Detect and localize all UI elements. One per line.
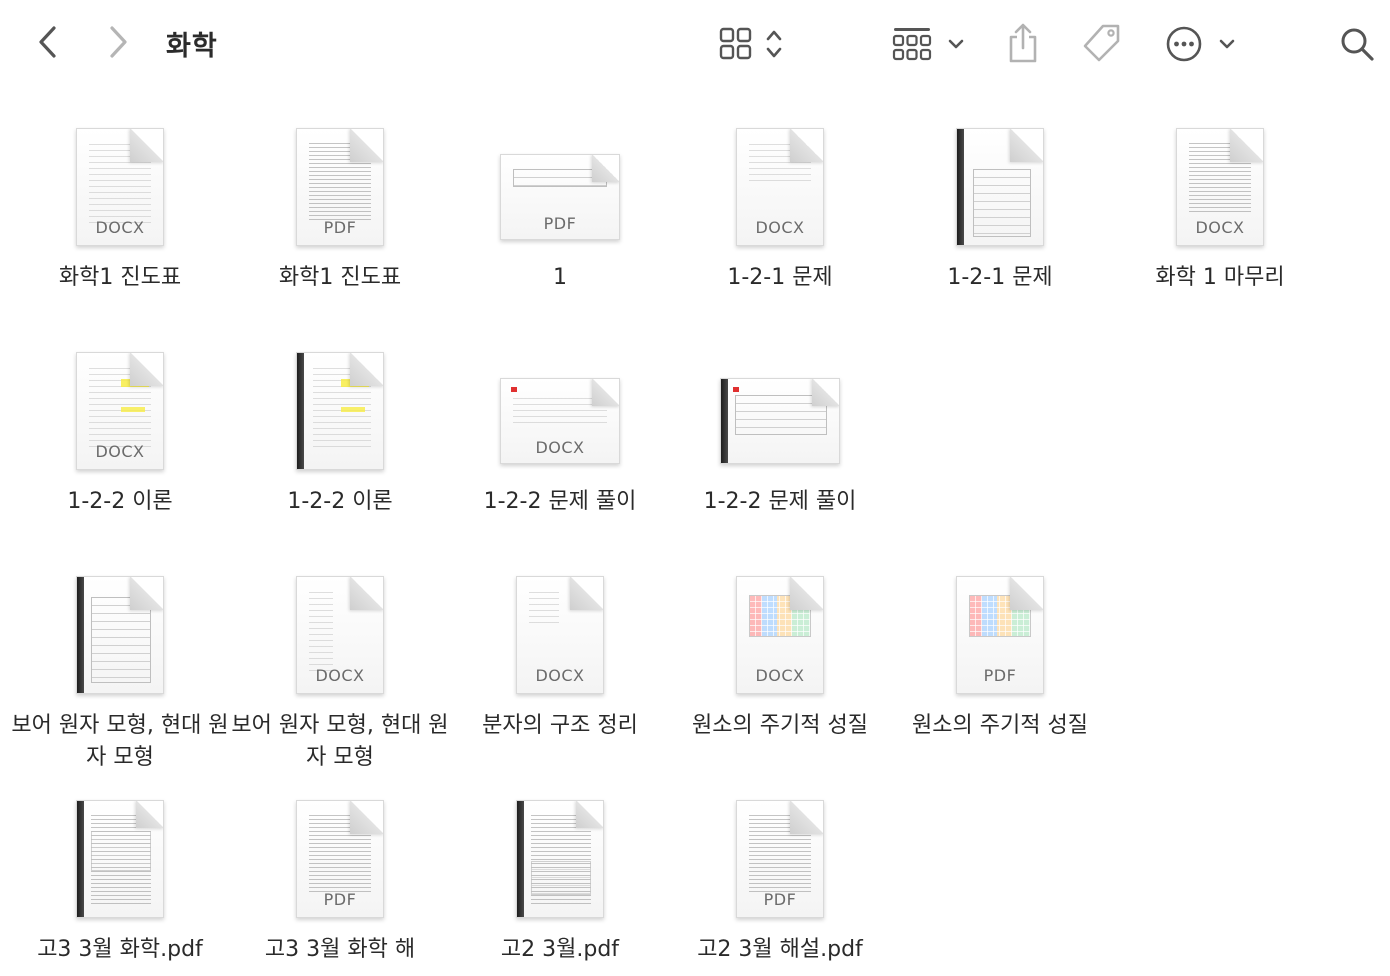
- file-name: 1: [553, 265, 567, 290]
- document-icon: DOCX: [230, 566, 450, 706]
- file-item[interactable]: 고3 3월 화학.pdf: [10, 790, 230, 976]
- file-name: 화학 1 마무리: [1155, 265, 1285, 290]
- file-name: 고3 3월 화학.pdf: [37, 937, 203, 962]
- file-item[interactable]: DOCX 1-2-1 문제: [670, 118, 890, 342]
- file-name: 원소의 주기적 성질: [912, 713, 1088, 738]
- file-name: 고2 3월 해설.pdf: [697, 937, 863, 962]
- file-item[interactable]: PDF 1: [450, 118, 670, 342]
- file-item[interactable]: DOCX 원소의 주기적 성질: [670, 566, 890, 790]
- file-type-label: DOCX: [755, 218, 805, 237]
- file-item[interactable]: PDF 고3 3월 화학 해: [230, 790, 450, 976]
- file-item[interactable]: 1-2-2 이론: [230, 342, 450, 566]
- file-item[interactable]: DOCX 화학 1 마무리: [1110, 118, 1330, 342]
- document-preview-icon: [890, 118, 1110, 258]
- file-type-label: DOCX: [95, 218, 145, 237]
- file-type-label: DOCX: [535, 666, 585, 685]
- file-name: 분자의 구조 정리: [482, 713, 638, 738]
- file-type-label: DOCX: [315, 666, 365, 685]
- file-item[interactable]: PDF 화학1 진도표: [230, 118, 450, 342]
- file-item[interactable]: 1-2-1 문제: [890, 118, 1110, 342]
- file-name: 1-2-2 이론: [67, 489, 173, 514]
- file-type-label: PDF: [323, 890, 357, 909]
- document-icon: DOCX: [450, 342, 670, 482]
- file-name: 화학1 진도표: [278, 265, 402, 290]
- file-type-label: DOCX: [95, 442, 145, 461]
- file-name: 1-2-2 문제 풀이: [703, 489, 857, 514]
- file-item[interactable]: DOCX 1-2-2 이론: [10, 342, 230, 566]
- file-type-label: PDF: [763, 890, 797, 909]
- file-type-label: PDF: [983, 666, 1017, 685]
- pdf-preview-icon: [450, 790, 670, 930]
- file-item[interactable]: DOCX 1-2-2 문제 풀이: [450, 342, 670, 566]
- file-grid: DOCX 화학1 진도표 PDF 화학1 진도표 PDF 1 DOCX 1-2-…: [0, 0, 1390, 976]
- file-name: 보어 원자 모형, 현대 원자 모형: [231, 713, 449, 770]
- document-icon: DOCX: [450, 566, 670, 706]
- pdf-document-icon: PDF: [230, 118, 450, 258]
- document-icon: DOCX: [670, 118, 890, 258]
- document-preview-icon: [10, 566, 230, 706]
- pdf-document-icon: PDF: [670, 790, 890, 930]
- file-name: 1-2-2 이론: [287, 489, 393, 514]
- file-name: 고2 3월.pdf: [500, 937, 620, 962]
- file-name: 원소의 주기적 성질: [692, 713, 868, 738]
- file-type-label: PDF: [543, 214, 577, 233]
- pdf-document-icon: PDF: [230, 790, 450, 930]
- pdf-document-icon: PDF: [890, 566, 1110, 706]
- file-name: 화학1 진도표: [58, 265, 182, 290]
- file-name: 보어 원자 모형, 현대 원자 모형: [11, 713, 229, 770]
- file-item[interactable]: DOCX 분자의 구조 정리: [450, 566, 670, 790]
- document-icon: DOCX: [10, 342, 230, 482]
- pdf-preview-icon: [10, 790, 230, 930]
- document-icon: DOCX: [10, 118, 230, 258]
- document-icon: DOCX: [1110, 118, 1330, 258]
- file-type-label: DOCX: [1195, 218, 1245, 237]
- file-item[interactable]: 고2 3월.pdf: [450, 790, 670, 976]
- file-item[interactable]: 보어 원자 모형, 현대 원자 모형: [10, 566, 230, 790]
- file-type-label: PDF: [323, 218, 357, 237]
- file-name: 1-2-1 문제: [727, 265, 833, 290]
- document-preview-icon: [670, 342, 890, 482]
- pdf-document-icon: PDF: [450, 118, 670, 258]
- file-item[interactable]: 1-2-2 문제 풀이: [670, 342, 890, 566]
- file-type-label: DOCX: [755, 666, 805, 685]
- file-item[interactable]: DOCX 보어 원자 모형, 현대 원자 모형: [230, 566, 450, 790]
- file-type-label: DOCX: [535, 438, 585, 457]
- file-item[interactable]: PDF 고2 3월 해설.pdf: [670, 790, 890, 976]
- file-item[interactable]: DOCX 화학1 진도표: [10, 118, 230, 342]
- file-item[interactable]: PDF 원소의 주기적 성질: [890, 566, 1110, 790]
- file-name: 1-2-2 문제 풀이: [483, 489, 637, 514]
- file-name: 고3 3월 화학 해: [264, 937, 416, 962]
- document-icon: DOCX: [670, 566, 890, 706]
- file-name: 1-2-1 문제: [947, 265, 1053, 290]
- document-preview-icon: [230, 342, 450, 482]
